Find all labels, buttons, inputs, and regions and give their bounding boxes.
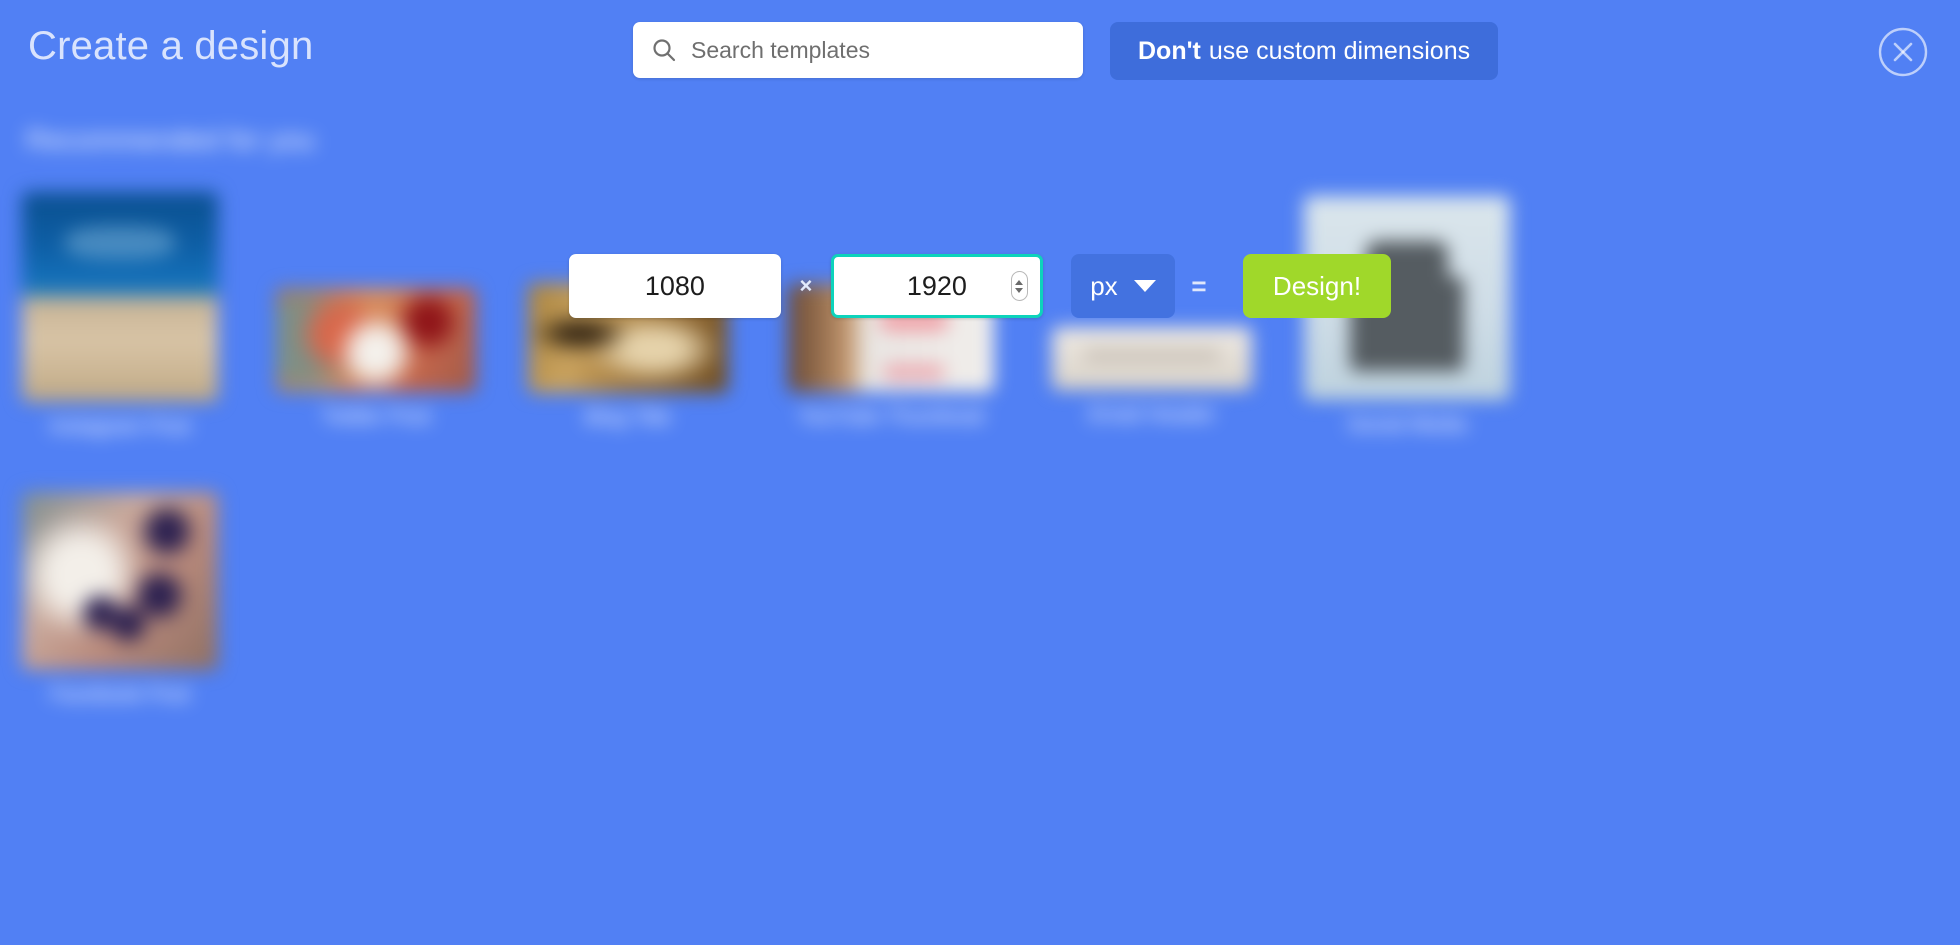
template-caption: Twitter Post [321,405,431,428]
unit-dropdown[interactable]: px [1070,254,1175,318]
template-caption: YouTube Thumbnail [797,405,985,428]
equals-symbol: = [1191,270,1207,301]
template-card[interactable]: Email Header [1052,327,1252,427]
dont-use-button-label: use custom dimensions [1208,36,1471,65]
height-stepper[interactable] [1010,271,1028,301]
search-icon [653,39,676,62]
template-caption: Instagram Post [49,415,191,438]
multiply-symbol: × [799,273,813,298]
recommended-templates-backdrop: Recommended for you Instagram Post Twitte… [0,0,1960,945]
create-a-design-dialog: Recommended for you Instagram Post Twitte… [0,0,1960,945]
template-caption: Email Header [1088,403,1216,426]
dialog-header: Create a design Don't use custom dimensi… [0,0,1960,100]
custom-dimensions-bar: × px = Design! [0,254,1960,318]
width-input[interactable] [568,254,781,318]
design-button[interactable]: Design! [1242,254,1392,318]
close-button[interactable] [1877,26,1929,78]
search-input[interactable] [691,36,1065,64]
page-title: Create a design [28,24,314,68]
template-thumbnail-art [1052,327,1252,390]
stepper-down-icon[interactable] [1015,287,1024,293]
template-caption: Social Media [1346,413,1468,436]
close-icon [1878,27,1928,77]
recommended-section-title: Recommended for you [26,124,315,155]
unit-dropdown-label: px [1090,271,1118,301]
template-thumbnail-art [22,492,218,670]
height-input-wrapper [830,254,1043,318]
dont-use-button-strong-label: Don't [1138,36,1201,65]
chevron-down-icon [1133,280,1156,292]
dont-use-custom-dimensions-button[interactable]: Don't use custom dimensions [1110,22,1499,80]
template-thumbnail[interactable] [22,492,218,670]
template-caption: Blog Title [584,406,672,429]
template-thumbnail[interactable] [1052,327,1252,390]
template-caption: Facebook Post [49,683,191,706]
template-card[interactable]: Facebook Post [22,492,218,707]
width-input-wrapper [568,254,781,318]
search-box[interactable] [633,22,1083,78]
stepper-up-icon[interactable] [1015,279,1024,285]
